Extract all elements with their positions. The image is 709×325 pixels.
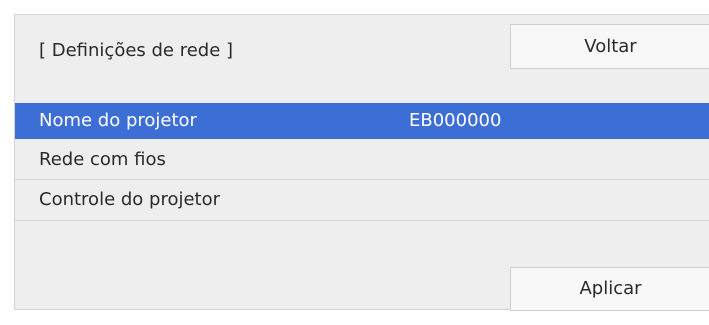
menu-item-label: Rede com fios	[39, 149, 166, 170]
page-title: [ Definições de rede ]	[39, 40, 234, 61]
menu-item-projector-control[interactable]: Controle do projetor	[15, 180, 709, 221]
apply-button[interactable]: Aplicar	[510, 267, 709, 311]
back-button[interactable]: Voltar	[510, 24, 709, 69]
settings-menu: Nome do projetor EB000000 Rede com fios …	[15, 103, 709, 221]
network-settings-panel: [ Definições de rede ] Voltar Nome do pr…	[14, 14, 709, 311]
menu-item-label: Nome do projetor	[39, 110, 197, 131]
menu-item-label: Controle do projetor	[39, 189, 221, 210]
menu-item-projector-name[interactable]: Nome do projetor EB000000	[15, 103, 709, 139]
menu-item-wired-network[interactable]: Rede com fios	[15, 139, 709, 180]
menu-item-value: EB000000	[409, 110, 502, 131]
